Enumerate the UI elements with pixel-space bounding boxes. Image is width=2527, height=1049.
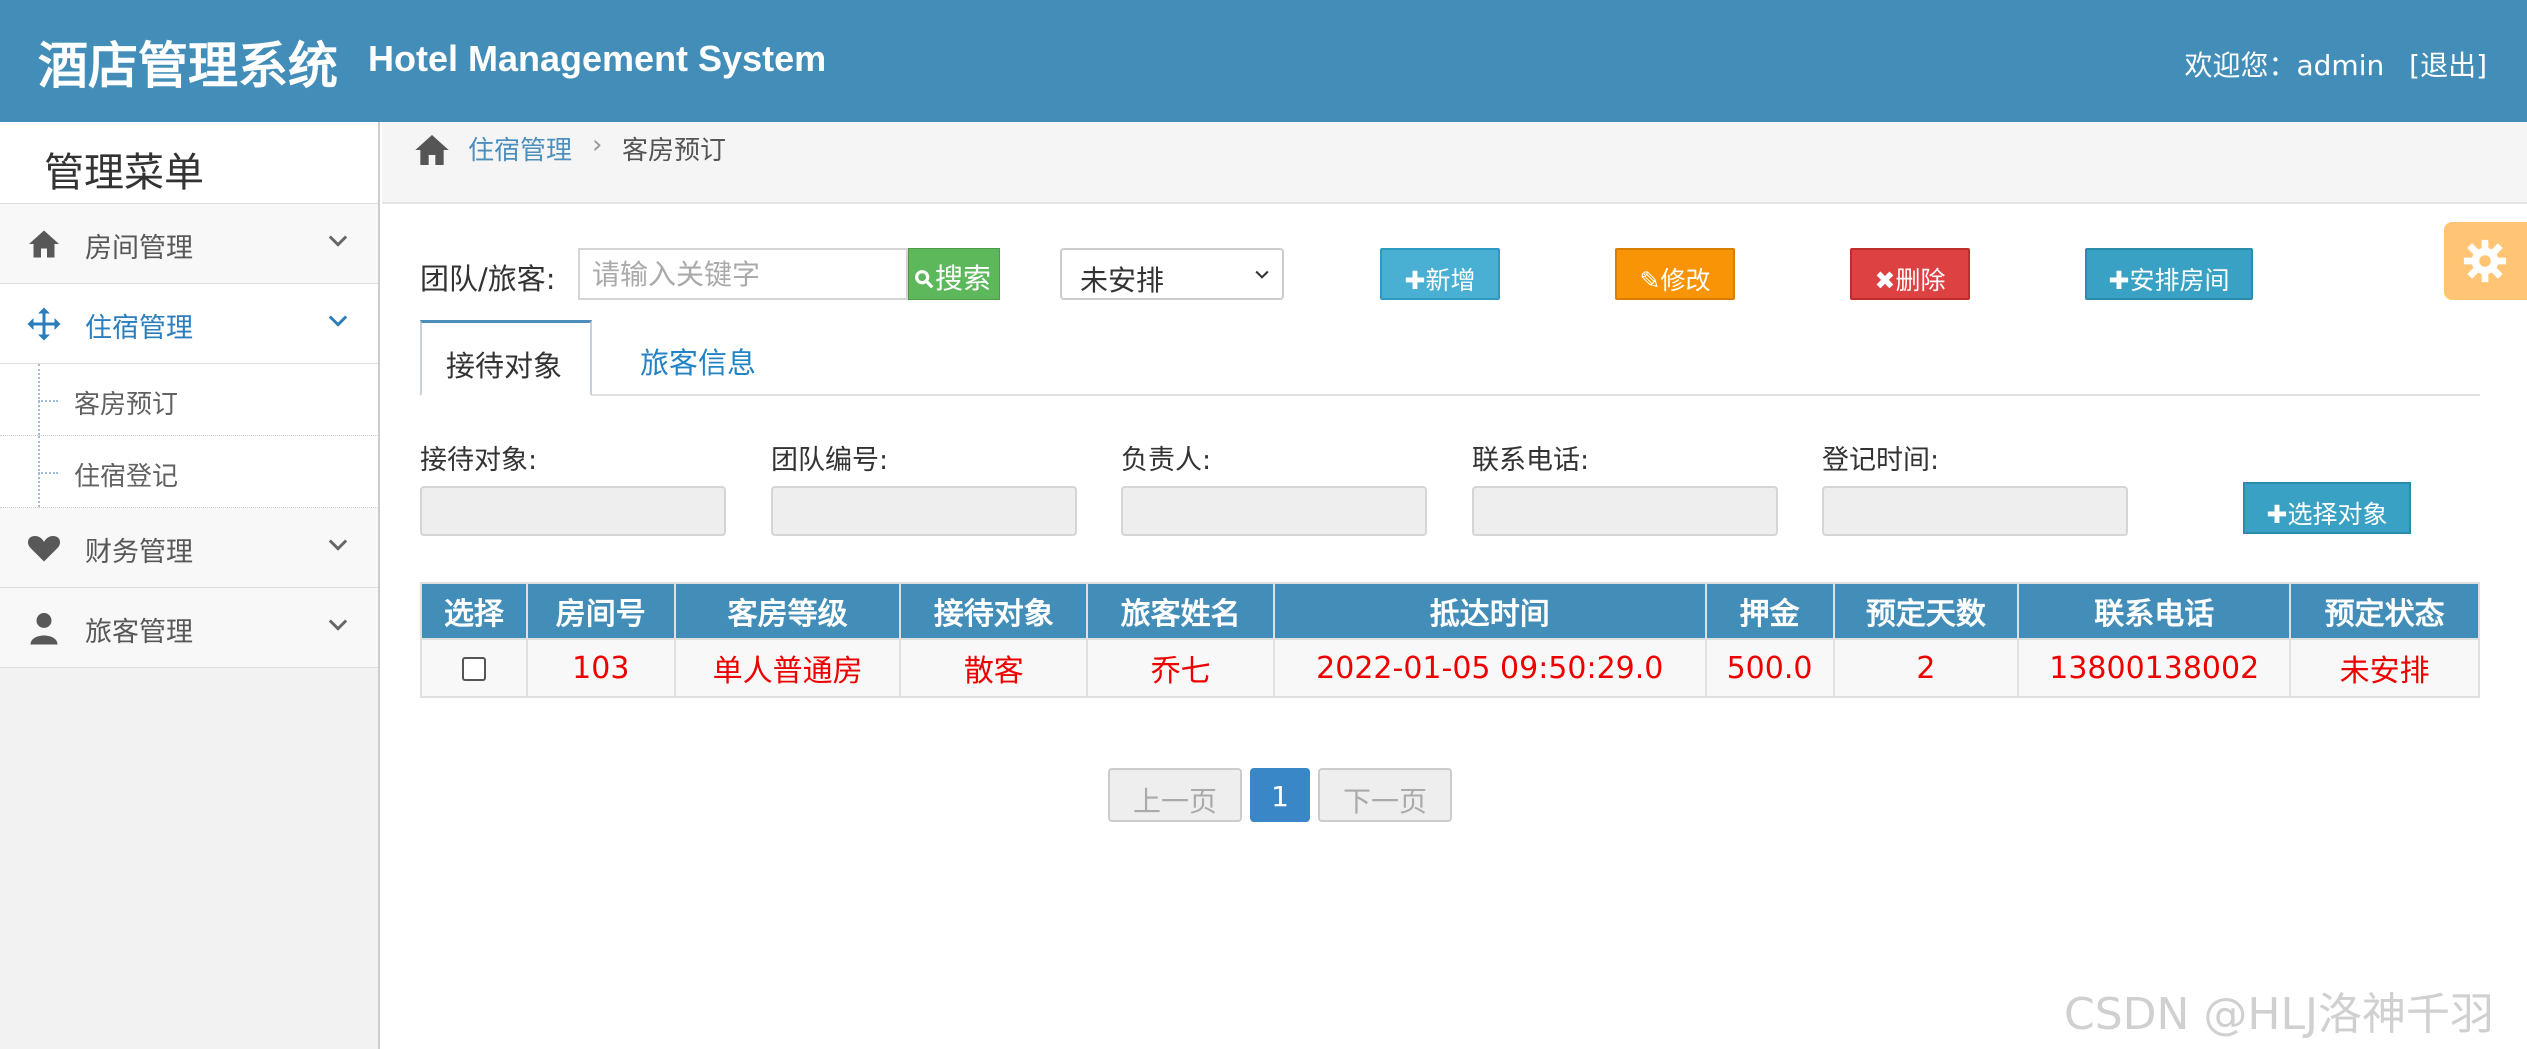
chevron-down-icon (328, 235, 348, 247)
team-number-label: 团队编号: (771, 445, 889, 476)
team-number-field[interactable] (771, 486, 1077, 536)
app-title-cn: 酒店管理系统 (38, 37, 338, 95)
table-cell: 散客 (899, 638, 1089, 698)
reception-target-label: 接待对象: (420, 445, 538, 476)
user-icon (30, 613, 58, 645)
sidebar-item-finance[interactable]: 财务管理 (0, 508, 378, 588)
chevron-down-icon (328, 315, 348, 327)
app-title-en: Hotel Management System (368, 38, 827, 79)
table-header-row: 选择 房间号 客房等级 接待对象 旅客姓名 抵达时间 押金 预定天数 联系电话 … (420, 582, 2480, 640)
tab-reception-target[interactable]: 接待对象 (420, 320, 592, 396)
sidebar-subitem-booking[interactable]: 客房预订 (0, 364, 378, 436)
register-time-field[interactable] (1822, 486, 2128, 536)
status-select[interactable]: 未安排 (1060, 248, 1284, 300)
user-area: 欢迎您：admin [退出] (2185, 44, 2488, 84)
home-icon (29, 230, 59, 258)
phone-label: 联系电话: (1472, 445, 1590, 476)
arrange-room-button[interactable]: ✚安排房间 (2085, 248, 2253, 300)
heart-icon (27, 536, 61, 562)
table-cell: 103 (525, 638, 676, 698)
column-header: 预定状态 (2289, 582, 2480, 640)
search-icon (915, 270, 934, 289)
column-header: 旅客姓名 (1086, 582, 1275, 640)
booking-table: 选择 房间号 客房等级 接待对象 旅客姓名 抵达时间 押金 预定天数 联系电话 … (420, 582, 2480, 698)
arrange-room-button-label: 安排房间 (2129, 266, 2230, 295)
row-select-cell (420, 638, 528, 698)
sidebar-title: 管理菜单 (0, 122, 378, 204)
edit-button-label: 修改 (1660, 266, 1711, 295)
lodging-submenu: 客房预订 住宿登记 (0, 364, 378, 508)
sidebar-item-label: 住宿管理 (85, 313, 193, 344)
sidebar-item-lodging[interactable]: 住宿管理 (0, 284, 378, 364)
search-input[interactable] (578, 248, 908, 300)
select-target-button-label: 选择对象 (2287, 500, 2388, 529)
person-in-charge-label: 负责人: (1121, 445, 1212, 476)
move-arrows-icon (27, 307, 61, 341)
sidebar-subitem-checkin[interactable]: 住宿登记 (0, 436, 378, 508)
tab-guest-info[interactable]: 旅客信息 (616, 320, 780, 396)
next-page-button[interactable]: 下一页 (1318, 768, 1452, 822)
welcome-text: 欢迎您：admin (2184, 49, 2385, 82)
table-cell: 2 (1832, 638, 2020, 698)
tab-bar: 接待对象 旅客信息 (420, 320, 2480, 396)
column-header: 预定天数 (1832, 582, 2020, 640)
status-select-value: 未安排 (1080, 264, 1165, 297)
plus-icon: ✚ (2266, 500, 2288, 529)
breadcrumb-current: 客房预订 (622, 136, 727, 166)
gear-icon (2463, 239, 2507, 283)
breadcrumb: 住宿管理 › 客房预订 (382, 122, 2527, 204)
plus-icon: ✚ (2108, 266, 2130, 295)
column-header: 接待对象 (899, 582, 1089, 640)
search-button[interactable]: 搜索 (908, 248, 1000, 300)
watermark: CSDN @HLJ洛神千羽 (2064, 989, 2495, 1040)
logout-link[interactable]: [退出] (2409, 49, 2487, 82)
table-row[interactable]: 103 单人普通房 散客 乔七 2022-01-05 09:50:29.0 50… (420, 638, 2480, 698)
delete-button[interactable]: ✖删除 (1850, 248, 1970, 300)
pencil-icon: ✎ (1639, 266, 1661, 295)
sidebar-item-label: 旅客管理 (85, 617, 193, 648)
sidebar: 管理菜单 房间管理 住宿管理 客房预订 住宿登记 财务管理 旅客管理 (0, 122, 380, 1049)
column-header: 房间号 (525, 582, 676, 640)
column-header: 押金 (1704, 582, 1835, 640)
edit-button[interactable]: ✎修改 (1615, 248, 1735, 300)
sidebar-item-label: 房间管理 (85, 233, 193, 264)
register-time-label: 登记时间: (1822, 445, 1940, 476)
column-header: 联系电话 (2017, 582, 2292, 640)
table-cell: 13800138002 (2017, 638, 2292, 698)
search-button-label: 搜索 (935, 262, 992, 295)
team-guest-label: 团队/旅客: (420, 262, 556, 296)
top-header: 酒店管理系统 Hotel Management System 欢迎您：admin… (0, 0, 2527, 122)
breadcrumb-separator-icon: › (592, 130, 603, 160)
phone-field[interactable] (1472, 486, 1778, 536)
add-button[interactable]: ✚新增 (1380, 248, 1500, 300)
table-cell: 乔七 (1086, 638, 1275, 698)
table-cell: 500.0 (1704, 638, 1835, 698)
home-icon[interactable] (412, 130, 452, 170)
add-button-label: 新增 (1425, 266, 1476, 295)
sidebar-item-rooms[interactable]: 房间管理 (0, 204, 378, 284)
reception-target-field[interactable] (420, 486, 726, 536)
sidebar-item-label: 财务管理 (85, 537, 193, 568)
person-in-charge-field[interactable] (1121, 486, 1427, 536)
table-cell: 2022-01-05 09:50:29.0 (1272, 638, 1707, 698)
column-header: 客房等级 (673, 582, 902, 640)
table-cell: 单人普通房 (673, 638, 902, 698)
chevron-down-icon (328, 619, 348, 631)
table-cell: 未安排 (2289, 638, 2480, 698)
chevron-down-icon (328, 539, 348, 551)
select-target-button[interactable]: ✚选择对象 (2243, 482, 2411, 534)
sidebar-item-guests[interactable]: 旅客管理 (0, 588, 378, 668)
column-header: 选择 (420, 582, 528, 640)
settings-button[interactable] (2444, 222, 2527, 300)
breadcrumb-parent-link[interactable]: 住宿管理 (468, 130, 572, 167)
row-checkbox[interactable] (461, 657, 486, 681)
column-header: 抵达时间 (1272, 582, 1707, 640)
prev-page-button[interactable]: 上一页 (1108, 768, 1242, 822)
plus-icon: ✚ (1404, 266, 1426, 295)
current-page-button[interactable]: 1 (1250, 768, 1310, 822)
delete-button-label: 删除 (1895, 266, 1946, 295)
close-icon: ✖ (1874, 266, 1896, 295)
chevron-down-icon (1255, 270, 1269, 279)
